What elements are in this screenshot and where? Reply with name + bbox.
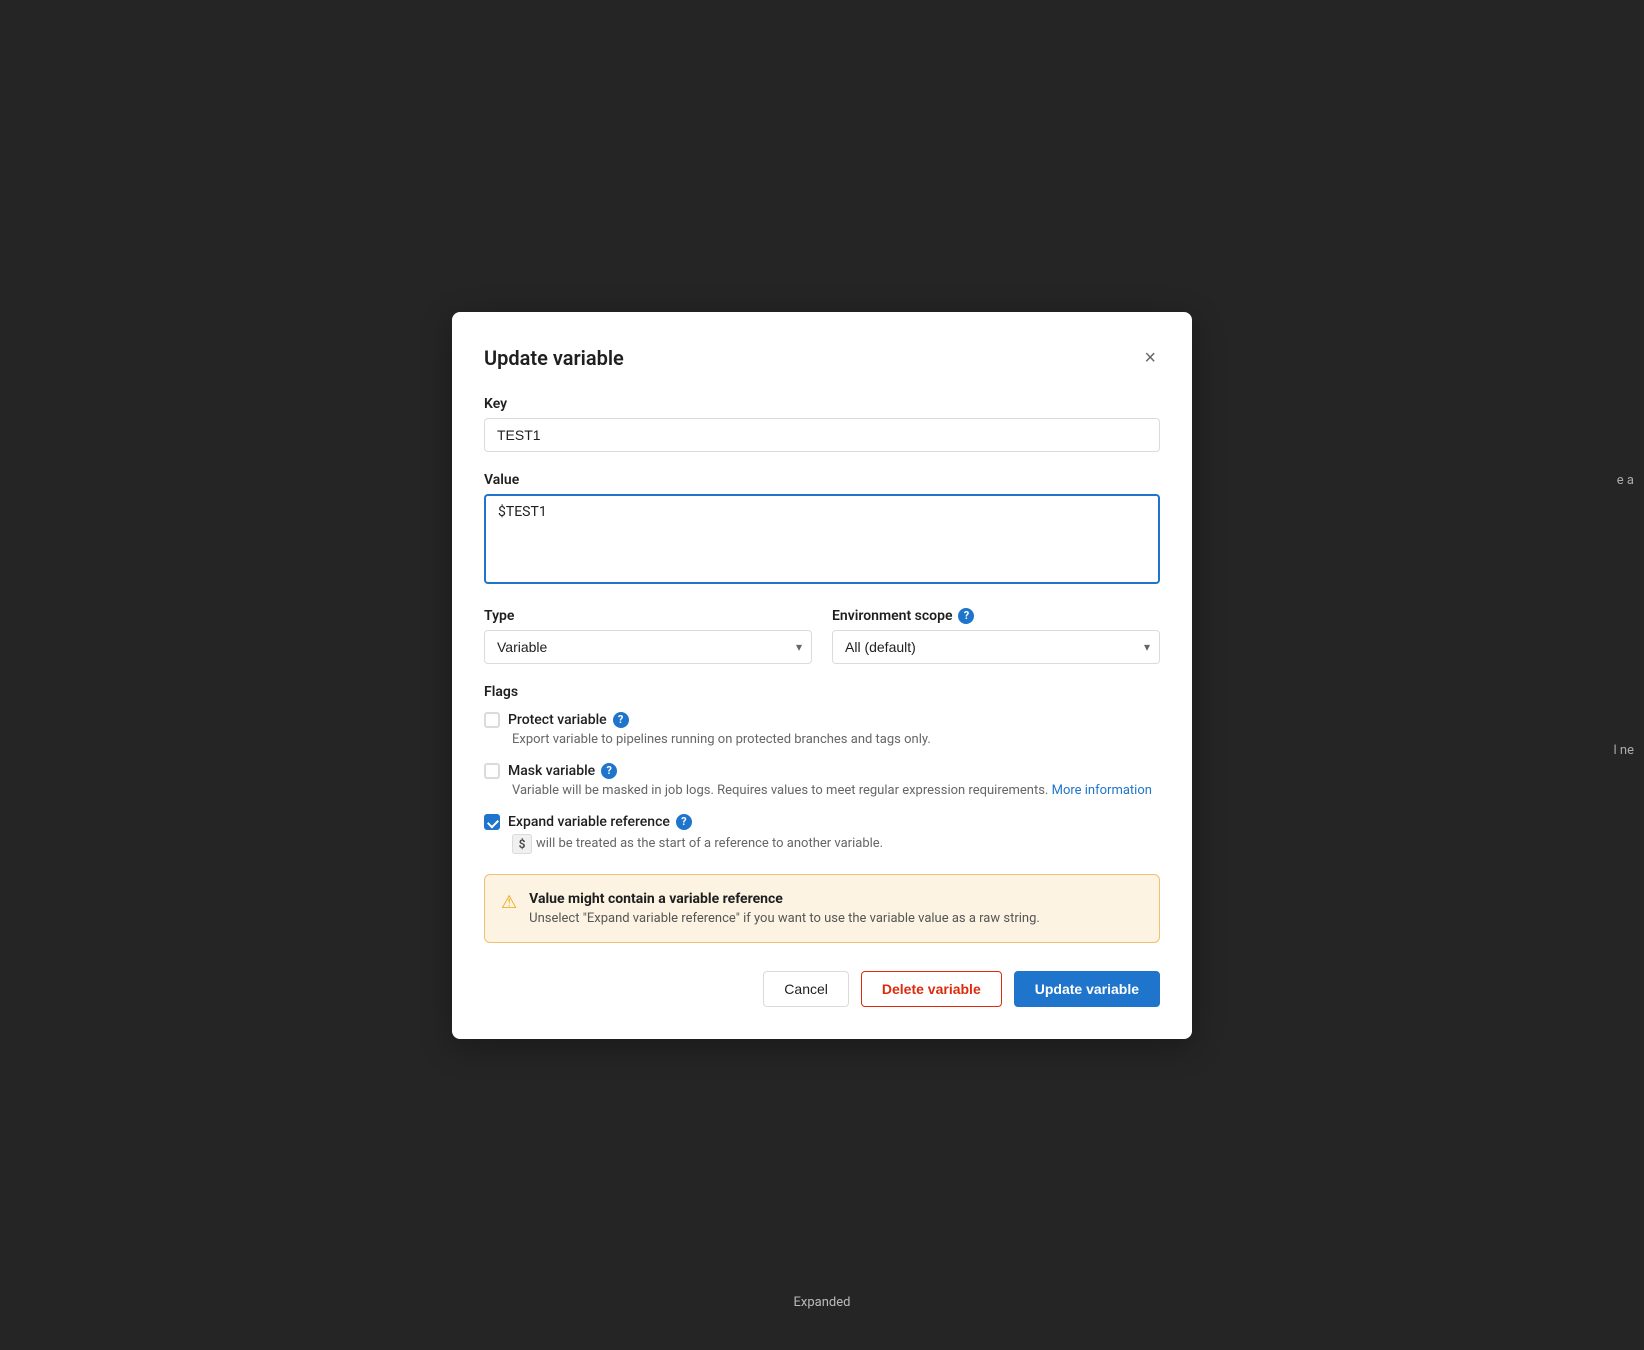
flags-section: Flags Protect variable ? Export variable… [484,684,1160,854]
dollar-badge: $ [512,834,532,854]
mask-variable-checkbox[interactable] [484,763,500,779]
value-textarea[interactable]: $TEST1 [484,494,1160,584]
type-select-wrap: Variable File ▾ [484,630,812,664]
warning-box: ⚠ Value might contain a variable referen… [484,874,1160,943]
bg-hint-bottom: Expanded [794,1295,851,1310]
modal-overlay: e a l ne Expanded Update variable × Key … [0,0,1644,1350]
modal-title: Update variable [484,346,624,370]
expand-variable-desc: $ will be treated as the start of a refe… [512,834,1160,854]
env-scope-label: Environment scope [832,608,952,624]
protect-variable-checkbox[interactable] [484,712,500,728]
warning-content: Value might contain a variable reference… [529,891,1040,926]
key-field-group: Key [484,396,1160,452]
protect-variable-help-icon[interactable]: ? [613,712,629,728]
flags-title: Flags [484,684,1160,700]
env-scope-label-row: Environment scope ? [832,608,1160,624]
mask-variable-item: Mask variable ? Variable will be masked … [484,763,1160,798]
expand-variable-row: Expand variable reference ? [484,814,1160,830]
warning-icon: ⚠ [501,892,517,926]
protect-variable-row: Protect variable ? [484,712,1160,728]
env-scope-select-wrap: All (default) production staging develop… [832,630,1160,664]
delete-variable-button[interactable]: Delete variable [861,971,1002,1007]
type-select[interactable]: Variable File [484,630,812,664]
modal-header: Update variable × [484,344,1160,372]
modal-footer: Cancel Delete variable Update variable [484,971,1160,1007]
env-scope-select[interactable]: All (default) production staging develop… [832,630,1160,664]
key-label: Key [484,396,1160,412]
expand-variable-item: Expand variable reference ? $ will be tr… [484,814,1160,854]
protect-variable-item: Protect variable ? Export variable to pi… [484,712,1160,747]
update-variable-button[interactable]: Update variable [1014,971,1160,1007]
warning-title: Value might contain a variable reference [529,891,1040,907]
warning-desc: Unselect "Expand variable reference" if … [529,911,1040,926]
type-label: Type [484,608,812,624]
bg-hint-top: e a [1617,473,1634,488]
close-button[interactable]: × [1140,344,1160,372]
expand-variable-help-icon[interactable]: ? [676,814,692,830]
type-col: Type Variable File ▾ [484,608,812,664]
bg-hint-mid: l ne [1614,743,1634,758]
update-variable-modal: Update variable × Key Value $TEST1 Type … [452,312,1192,1039]
cancel-button[interactable]: Cancel [763,971,849,1007]
more-information-link[interactable]: More information [1052,783,1152,798]
value-field-group: Value $TEST1 [484,472,1160,588]
protect-variable-label[interactable]: Protect variable ? [508,712,629,728]
type-env-row: Type Variable File ▾ Environment scope ?… [484,608,1160,664]
expand-variable-label[interactable]: Expand variable reference ? [508,814,692,830]
mask-variable-label[interactable]: Mask variable ? [508,763,617,779]
env-scope-col: Environment scope ? All (default) produc… [832,608,1160,664]
env-scope-help-icon[interactable]: ? [958,608,974,624]
expand-variable-checkbox[interactable] [484,814,500,830]
mask-variable-help-icon[interactable]: ? [601,763,617,779]
protect-variable-desc: Export variable to pipelines running on … [512,732,1160,747]
mask-variable-row: Mask variable ? [484,763,1160,779]
key-input[interactable] [484,418,1160,452]
value-label: Value [484,472,1160,488]
mask-variable-desc: Variable will be masked in job logs. Req… [512,783,1160,798]
